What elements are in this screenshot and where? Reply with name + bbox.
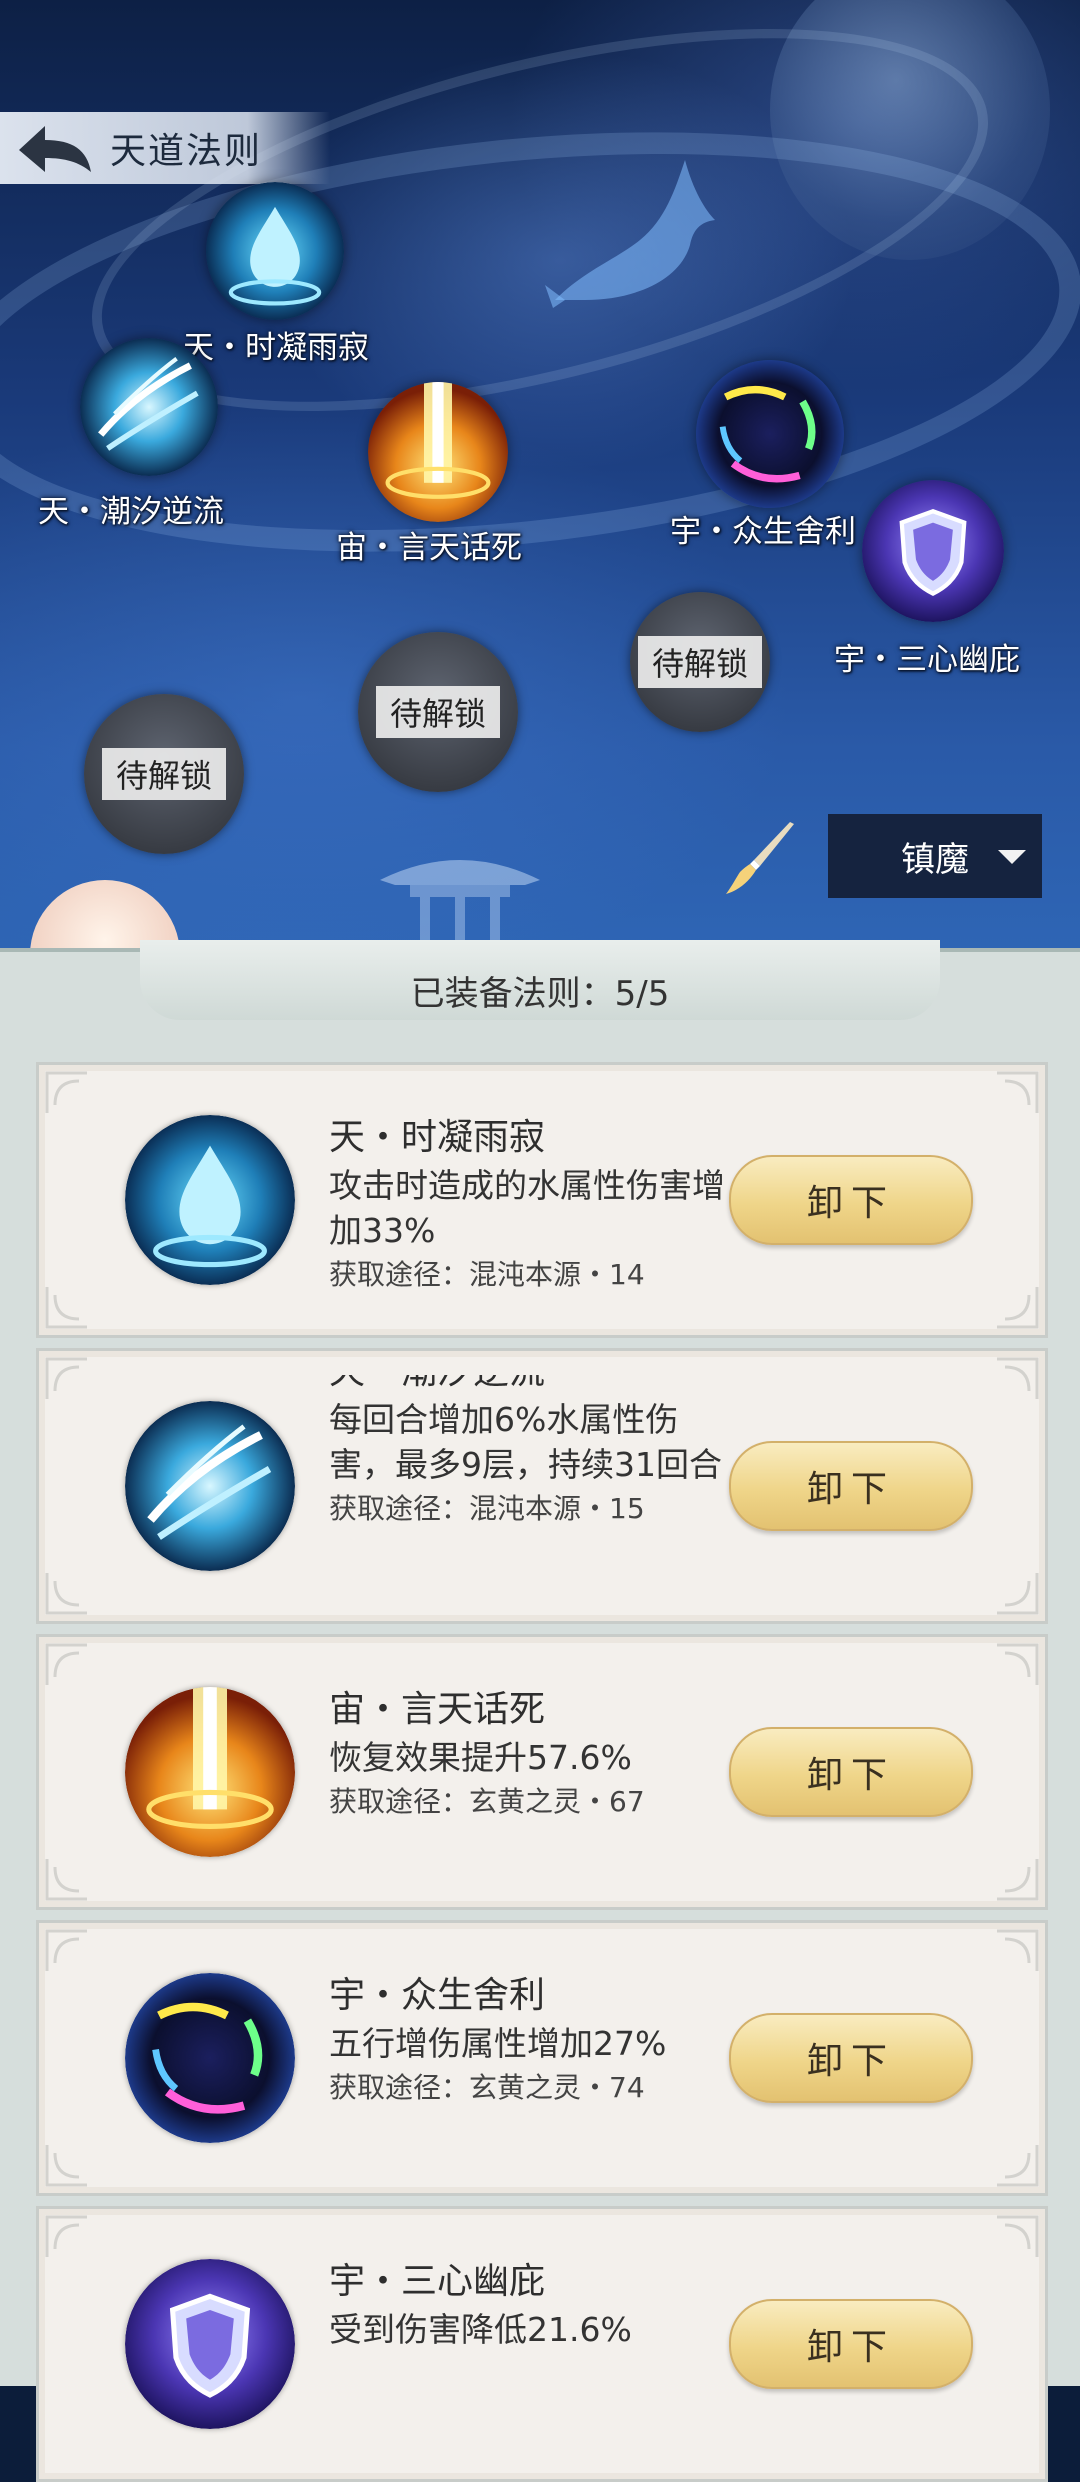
locked-node[interactable]: 待解锁 — [630, 592, 770, 732]
law-name: 天・时凝雨寂 — [329, 1117, 546, 1158]
dropdown-value: 镇魔 — [901, 839, 969, 880]
law-node-label: 宇・三心幽庇 — [834, 642, 1020, 678]
shield-icon — [125, 2259, 295, 2429]
locked-node[interactable]: 待解锁 — [84, 694, 244, 854]
law-node-shield[interactable] — [862, 480, 1004, 622]
corner-ornament — [997, 1859, 1039, 1901]
law-name: 宇・众生舍利 — [329, 1975, 546, 2016]
law-node-label: 天・时凝雨寂 — [183, 330, 369, 366]
law-description: 五行增伤属性增加27% — [329, 2024, 667, 2063]
law-card: 宇・三心幽庇 受到伤害降低21.6% 卸下 — [36, 2206, 1048, 2482]
unequip-button[interactable]: 卸下 — [729, 2013, 973, 2103]
unequip-button[interactable]: 卸下 — [729, 1155, 973, 1245]
law-card: 天・时凝雨寂 攻击时造成的水属性伤害增加33% 获取途径：混沌本源・14 卸下 — [36, 1062, 1048, 1338]
corner-ornament — [997, 1071, 1039, 1113]
law-node-label: 天・潮汐逆流 — [38, 494, 224, 530]
whale-decoration — [545, 160, 715, 308]
unequip-button[interactable]: 卸下 — [729, 2299, 973, 2389]
law-node-tide[interactable] — [80, 338, 218, 476]
card-text: 天・时凝雨寂 攻击时造成的水属性伤害增加33% 获取途径：混沌本源・14 — [329, 1113, 729, 1293]
corner-ornament — [45, 1929, 87, 1971]
law-node-water-drop[interactable] — [206, 182, 344, 320]
corner-ornament — [45, 1643, 87, 1685]
law-card: 宇・众生舍利 五行增伤属性增加27% 获取途径：玄黄之灵・74 卸下 — [36, 1920, 1048, 2196]
corner-ornament — [45, 1357, 87, 1399]
corner-ornament — [45, 2215, 87, 2257]
back-button[interactable] — [0, 112, 110, 184]
tide-swirl-icon — [80, 338, 218, 476]
page-title: 天道法则 — [110, 131, 263, 172]
unequip-button[interactable]: 卸下 — [729, 1441, 973, 1531]
corner-ornament — [997, 1643, 1039, 1685]
law-card: 天・潮汐逆流 每回合增加6%水属性伤害，最多9层，持续31回合 获取途径：混沌本… — [36, 1348, 1048, 1624]
locked-node[interactable]: 待解锁 — [358, 632, 518, 792]
law-node-comet[interactable] — [696, 360, 844, 508]
law-description: 攻击时造成的水属性伤害增加33% — [329, 1166, 725, 1250]
corner-ornament — [997, 2215, 1039, 2257]
law-node-label: 宙・言天话死 — [336, 530, 522, 566]
law-name: 宇・三心幽庇 — [329, 2261, 546, 2302]
equipped-count: 已装备法则：5/5 — [410, 974, 670, 1014]
card-text: 宙・言天话死 恢复效果提升57.6% 获取途径：玄黄之灵・67 — [329, 1685, 729, 1865]
law-node-golden[interactable] — [368, 382, 508, 522]
law-description: 恢复效果提升57.6% — [329, 1738, 632, 1777]
corner-ornament — [45, 1071, 87, 1113]
golden-pillar-icon — [125, 1687, 295, 1857]
back-arrow-icon — [19, 126, 91, 172]
law-card: 宙・言天话死 恢复效果提升57.6% 获取途径：玄黄之灵・67 卸下 — [36, 1634, 1048, 1910]
corner-ornament — [997, 1929, 1039, 1971]
corner-ornament — [45, 1287, 87, 1329]
corner-ornament — [45, 1859, 87, 1901]
water-drop-icon — [125, 1115, 295, 1285]
law-source: 获取途径：玄黄之灵・74 — [329, 2071, 645, 2104]
mode-dropdown[interactable]: 镇魔 — [828, 814, 1042, 898]
tide-swirl-icon — [125, 1401, 295, 1571]
corner-ornament — [997, 1573, 1039, 1615]
law-source: 获取途径：混沌本源・15 — [329, 1492, 645, 1525]
card-text: 宇・众生舍利 五行增伤属性增加27% 获取途径：玄黄之灵・74 — [329, 1971, 729, 2151]
unequip-button[interactable]: 卸下 — [729, 1727, 973, 1817]
corner-ornament — [997, 2145, 1039, 2187]
law-description: 受到伤害降低21.6% — [329, 2310, 632, 2349]
golden-pillar-icon — [368, 382, 508, 522]
comet-orb-icon — [696, 360, 844, 508]
law-node-label: 宇・众生舍利 — [670, 514, 856, 550]
locked-label: 待解锁 — [375, 686, 500, 738]
corner-ornament — [45, 1573, 87, 1615]
equipped-panel: 已装备法则：5/5 天・时凝雨寂 攻击时造成的水属性伤害增加33% 获取途径：混… — [0, 940, 1080, 2482]
corner-ornament — [997, 1357, 1039, 1399]
corner-ornament — [45, 2145, 87, 2187]
caret-down-icon — [998, 850, 1026, 864]
locked-label: 待解锁 — [101, 748, 226, 800]
card-text: 天・潮汐逆流 每回合增加6%水属性伤害，最多9层，持续31回合 获取途径：混沌本… — [329, 1375, 729, 1597]
comet-orb-icon — [125, 1973, 295, 2143]
locked-label: 待解锁 — [637, 636, 762, 688]
water-drop-icon — [206, 182, 344, 320]
brush-icon[interactable] — [720, 818, 800, 898]
card-text: 宇・三心幽庇 受到伤害降低21.6% — [329, 2257, 729, 2437]
law-source: 获取途径：混沌本源・14 — [329, 1258, 645, 1291]
law-name: 天・潮汐逆流 — [329, 1375, 729, 1397]
corner-ornament — [997, 1287, 1039, 1329]
law-description: 每回合增加6%水属性伤害，最多9层，持续31回合 — [329, 1400, 722, 1484]
law-source: 获取途径：玄黄之灵・67 — [329, 1785, 645, 1818]
header-bar: 天道法则 — [0, 112, 330, 184]
shield-icon — [862, 480, 1004, 622]
law-name: 宙・言天话死 — [329, 1689, 546, 1730]
